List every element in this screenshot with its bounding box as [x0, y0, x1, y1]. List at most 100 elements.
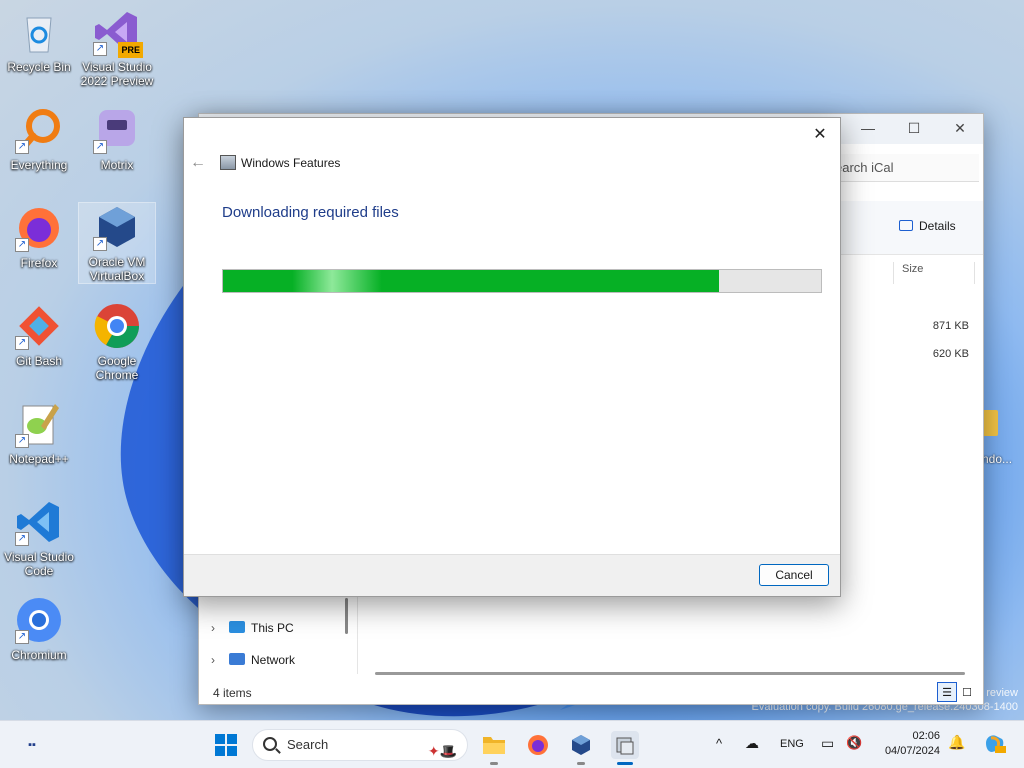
shortcut-arrow-icon: ↗	[15, 140, 29, 154]
nav-item-label: Network	[251, 653, 296, 667]
desktop-icon-label: Google Chrome	[95, 354, 139, 382]
motrix-icon: ↗	[93, 106, 141, 154]
nav-item-label: This PC	[251, 621, 294, 635]
tiles-view-icon[interactable]: ☐	[957, 683, 977, 703]
preview-badge: PRE	[118, 42, 143, 58]
desktop-icon-git-bash[interactable]: ↗ Git Bash	[0, 302, 78, 368]
git-bash-icon: ↗	[15, 302, 63, 350]
desktop-icon-firefox[interactable]: ↗ Firefox	[0, 204, 78, 270]
language-indicator[interactable]: ENG	[780, 738, 804, 750]
volume-muted-icon[interactable]: 🔇	[846, 735, 862, 751]
start-button[interactable]	[212, 731, 240, 759]
desktop-icon-label: Chromium	[11, 648, 67, 662]
copilot-icon[interactable]	[982, 731, 1006, 758]
shortcut-arrow-icon: ↗	[93, 140, 107, 154]
shortcut-arrow-icon: ↗	[15, 434, 29, 448]
maximize-icon[interactable]: ☐	[903, 120, 925, 138]
desktop-icon-label: Notepad++	[9, 452, 69, 466]
file-explorer-taskbar-icon[interactable]	[480, 731, 508, 759]
chevron-right-icon[interactable]: ›	[211, 650, 229, 670]
network-icon	[229, 653, 245, 665]
firefox-icon: ↗	[15, 204, 63, 252]
progress-fill	[223, 270, 720, 292]
visual-studio-icon: PRE ↗	[93, 8, 143, 58]
pane-divider	[357, 584, 358, 674]
desktop-icon-notepad-plus[interactable]: ↗ Notepad++	[0, 400, 78, 466]
desktop-icon-label-partial: ndo...	[982, 452, 1013, 466]
details-button[interactable]: Details	[899, 219, 956, 233]
recycle-bin-icon	[15, 8, 63, 56]
shortcut-arrow-icon: ↗	[93, 237, 107, 251]
column-header-size[interactable]: Size	[893, 262, 975, 284]
file-size-cell: 620 KB	[932, 348, 969, 360]
desktop-icon-label: Firefox	[20, 256, 58, 270]
running-indicator	[577, 762, 585, 765]
display-icon[interactable]: ▭	[821, 735, 834, 752]
clock-time: 02:06	[912, 730, 940, 742]
chromium-icon: ↗	[15, 596, 63, 644]
nav-item-this-pc[interactable]: › This PC	[211, 618, 294, 638]
firefox-taskbar-icon[interactable]	[524, 731, 552, 759]
vscode-icon: ↗	[15, 498, 63, 546]
notepad-plus-icon: ↗	[15, 400, 63, 448]
desktop-icon-label: Git Bash	[15, 354, 63, 368]
dialog-footer: Cancel	[184, 554, 840, 596]
details-view-icon[interactable]: ☰	[937, 682, 957, 702]
cancel-button[interactable]: Cancel	[759, 564, 829, 586]
virtualbox-icon: ↗	[93, 203, 141, 251]
desktop-icon-recycle-bin[interactable]: Recycle Bin	[0, 8, 78, 74]
desktop-icon-everything[interactable]: ↗ Everything	[0, 106, 78, 172]
desktop-icon-motrix[interactable]: ↗ Motrix	[78, 106, 156, 172]
taskbar-search-box[interactable]: Search ✦🎩	[252, 729, 468, 761]
shortcut-arrow-icon: ↗	[15, 336, 29, 350]
desktop-icon-label: Visual Studio 2022 Preview	[80, 60, 154, 88]
search-input[interactable]: earch iCal	[829, 154, 979, 182]
back-arrow-icon: ←	[190, 154, 206, 171]
close-icon[interactable]: ✕	[949, 120, 971, 138]
dialog-heading: Downloading required files	[222, 204, 399, 221]
details-label: Details	[919, 219, 956, 233]
show-hidden-icons-chevron-icon[interactable]: ^	[716, 736, 722, 751]
running-indicator	[490, 762, 498, 765]
desktop-icon-chromium[interactable]: ↗ Chromium	[0, 596, 78, 662]
chrome-icon	[93, 302, 141, 350]
network-offline-icon[interactable]: ☁	[745, 735, 759, 752]
widgets-icon[interactable]: ▪▪	[18, 731, 46, 759]
desktop-icon-label: Oracle VM VirtualBox	[88, 255, 146, 283]
dialog-title: Windows Features	[241, 156, 341, 170]
desktop-icon-label: Visual Studio Code	[4, 550, 74, 578]
windows-features-icon	[220, 155, 236, 170]
desktop-icon-label: Recycle Bin	[7, 60, 71, 74]
view-toggle[interactable]: ☰ ☐	[937, 682, 977, 703]
content-scrollbar[interactable]	[375, 672, 965, 675]
windows-logo-icon	[215, 734, 237, 756]
everything-icon: ↗	[15, 106, 63, 154]
folder-icon[interactable]	[982, 410, 998, 436]
monitor-icon	[229, 621, 245, 633]
virtualbox-taskbar-icon[interactable]	[567, 731, 595, 759]
windows-features-taskbar-icon[interactable]	[611, 731, 639, 759]
minimize-icon[interactable]: —	[857, 120, 879, 138]
status-bar-item-count: 4 items	[213, 686, 252, 700]
desktop-icon-virtualbox[interactable]: ↗ Oracle VM VirtualBox	[78, 202, 156, 284]
nav-item-network[interactable]: › Network	[211, 650, 295, 670]
desktop-icon-label: Everything	[10, 158, 68, 172]
desktop-icon-google-chrome[interactable]: Google Chrome	[78, 302, 156, 382]
desktop-icon-label: Motrix	[100, 158, 134, 172]
nav-pane-scrollbar[interactable]	[345, 598, 348, 634]
windows-features-dialog[interactable]: ✕ ← Windows Features Downloading require…	[183, 117, 841, 597]
close-icon[interactable]: ✕	[808, 123, 832, 147]
system-clock[interactable]: 02:06 04/07/2024	[872, 729, 940, 759]
shortcut-arrow-icon: ↗	[15, 238, 29, 252]
file-size-cell: 871 KB	[932, 320, 969, 332]
clock-date: 04/07/2024	[884, 745, 940, 757]
taskbar: ▪▪ Search ✦🎩 ^ ☁ ENG ▭ 🔇 02:06 04/07/202…	[0, 720, 1024, 768]
desktop-icon-visual-studio-preview[interactable]: PRE ↗ Visual Studio 2022 Preview	[78, 8, 156, 88]
download-progress-bar	[222, 269, 822, 293]
desktop-icon-vscode[interactable]: ↗ Visual Studio Code	[0, 498, 78, 578]
search-label: Search	[287, 737, 329, 752]
notification-bell-icon[interactable]: 🔔	[948, 734, 965, 751]
chevron-right-icon[interactable]: ›	[211, 618, 229, 638]
shortcut-arrow-icon: ↗	[15, 630, 29, 644]
shortcut-arrow-icon: ↗	[93, 42, 107, 56]
